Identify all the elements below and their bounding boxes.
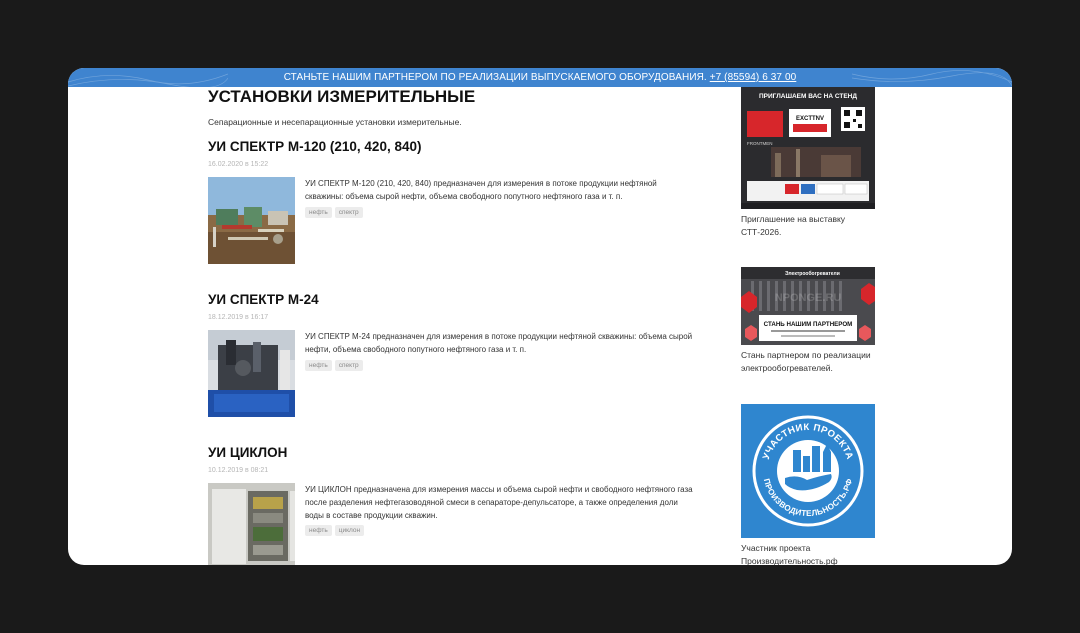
page-title: УСТАНОВКИ ИЗМЕРИТЕЛЬНЫЕ bbox=[208, 87, 476, 106]
article-title-link[interactable]: УИ ЦИКЛОН bbox=[208, 445, 698, 460]
topbar-phone-link[interactable]: +7 (85594) 6 37 00 bbox=[710, 72, 797, 83]
cabinet-photo bbox=[208, 483, 295, 565]
article-title-link[interactable]: УИ СПЕКТР М-24 bbox=[208, 292, 698, 307]
sidebar-card-caption[interactable]: Стань партнером по реализации электрообо… bbox=[741, 349, 875, 375]
heaters-partner-graphic: Электрообогреватели NPONGE.RU СТАНЬ НАШИ… bbox=[741, 267, 875, 345]
article-thumbnail[interactable] bbox=[208, 483, 295, 565]
article-tags: нефть циклон bbox=[305, 524, 695, 537]
banner-brand: FRONTMEN bbox=[747, 141, 773, 146]
tag-link[interactable]: нефть bbox=[305, 206, 332, 218]
tag-link[interactable]: циклон bbox=[334, 525, 365, 537]
tag-link[interactable]: нефть bbox=[305, 525, 332, 537]
heaters-banner[interactable]: Электрообогреватели NPONGE.RU СТАНЬ НАШИ… bbox=[741, 267, 875, 345]
banner-headline: Электрообогреватели bbox=[785, 270, 840, 277]
article-item: УИ ЦИКЛОН 10.12.2019 в 08:21 УИ ЦИКЛОН п… bbox=[208, 445, 698, 565]
article-tags: нефть спектр bbox=[305, 206, 695, 219]
article-tags: нефть спектр bbox=[305, 359, 695, 372]
browser-viewport: СТАНЬТЕ НАШИМ ПАРТНЕРОМ ПО РЕАЛИЗАЦИИ ВЫ… bbox=[68, 68, 1012, 565]
article-item: УИ СПЕКТР М-24 18.12.2019 в 16:17 УИ СПЕ… bbox=[208, 292, 698, 417]
article-date: 18.12.2019 в 16:17 bbox=[208, 314, 269, 321]
article-text: УИ СПЕКТР М-24 предназначен для измерени… bbox=[305, 331, 695, 371]
sidebar-card-caption[interactable]: Участник проекта Производительность.рф bbox=[741, 542, 875, 565]
banner-watermark: NPONGE.RU bbox=[775, 292, 842, 304]
article-text: УИ СПЕКТР М-120 (210, 420, 840) предназн… bbox=[305, 178, 695, 218]
tag-link[interactable]: спектр bbox=[334, 359, 363, 371]
wave-decoration-right bbox=[852, 70, 1012, 87]
article-description: УИ СПЕКТР М-24 предназначен для измерени… bbox=[305, 332, 693, 354]
topbar-text: СТАНЬТЕ НАШИМ ПАРТНЕРОМ ПО РЕАЛИЗАЦИИ ВЫ… bbox=[283, 72, 707, 83]
wave-decoration-left bbox=[68, 73, 228, 87]
article-text: УИ ЦИКЛОН предназначена для измерения ма… bbox=[305, 484, 695, 537]
banner-headline: ПРИГЛАШАЕМ ВАС НА СТЕНД bbox=[759, 93, 857, 100]
article-date: 16.02.2020 в 15:22 bbox=[208, 161, 269, 168]
banner-cta: СТАНЬ НАШИМ ПАРТНЕРОМ bbox=[764, 321, 853, 328]
page-description: Сепарационные и несепарационные установк… bbox=[208, 117, 462, 127]
tag-link[interactable]: нефть bbox=[305, 359, 332, 371]
sidebar-card[interactable]: УЧАСТНИК ПРОЕКТА ПРОИЗВОДИТЕЛЬНОСТЬ.РФ У… bbox=[741, 404, 875, 565]
sidebar-card-caption[interactable]: Приглашение на выставку СТТ-2026. bbox=[741, 213, 875, 239]
tag-link[interactable]: спектр bbox=[334, 206, 363, 218]
exhibition-banner[interactable]: ПРИГЛАШАЕМ ВАС НА СТЕНД EXCTTNV FRONTMEN bbox=[741, 87, 875, 209]
article-date: 10.12.2019 в 08:21 bbox=[208, 467, 269, 474]
productivity-banner[interactable]: УЧАСТНИК ПРОЕКТА ПРОИЗВОДИТЕЛЬНОСТЬ.РФ bbox=[741, 404, 875, 538]
article-title-link[interactable]: УИ СПЕКТР М-120 (210, 420, 840) bbox=[208, 139, 698, 154]
sidebar-card[interactable]: ПРИГЛАШАЕМ ВАС НА СТЕНД EXCTTNV FRONTMEN bbox=[741, 87, 875, 239]
sidebar-card[interactable]: Электрообогреватели NPONGE.RU СТАНЬ НАШИ… bbox=[741, 267, 875, 375]
productivity-badge-graphic: УЧАСТНИК ПРОЕКТА ПРОИЗВОДИТЕЛЬНОСТЬ.РФ bbox=[741, 404, 875, 538]
oilfield-photo bbox=[208, 177, 295, 264]
article-thumbnail[interactable] bbox=[208, 330, 295, 417]
partner-topbar: СТАНЬТЕ НАШИМ ПАРТНЕРОМ ПО РЕАЛИЗАЦИИ ВЫ… bbox=[68, 68, 1012, 87]
exhibition-invite-graphic: ПРИГЛАШАЕМ ВАС НА СТЕНД EXCTTNV FRONTMEN bbox=[741, 87, 875, 209]
article-description: УИ ЦИКЛОН предназначена для измерения ма… bbox=[305, 485, 693, 520]
article-thumbnail[interactable] bbox=[208, 177, 295, 264]
banner-code: EXCTTNV bbox=[796, 116, 824, 122]
article-item: УИ СПЕКТР М-120 (210, 420, 840) 16.02.20… bbox=[208, 139, 698, 264]
equipment-photo bbox=[208, 330, 295, 417]
article-description: УИ СПЕКТР М-120 (210, 420, 840) предназн… bbox=[305, 179, 657, 201]
page-content: УСТАНОВКИ ИЗМЕРИТЕЛЬНЫЕ Сепарационные и … bbox=[68, 87, 1012, 565]
